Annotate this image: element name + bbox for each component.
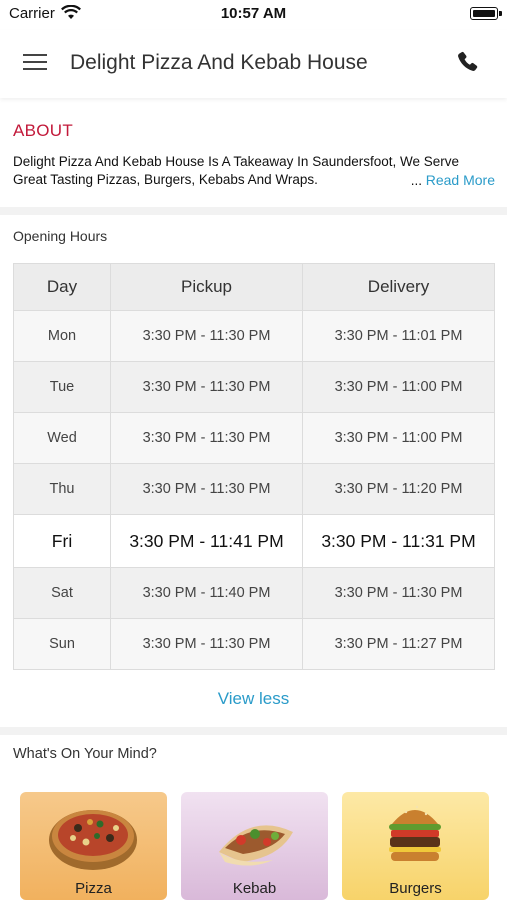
pickup-cell: 3:30 PM - 11:30 PM [110, 412, 303, 464]
category-label: Pizza [75, 880, 112, 897]
section-divider [0, 727, 507, 735]
about-description: Delight Pizza And Kebab House Is A Takea… [13, 153, 495, 190]
column-header-pickup: Pickup [110, 263, 303, 311]
delivery-cell: 3:30 PM - 11:27 PM [302, 618, 495, 670]
column-header-day: Day [13, 263, 111, 311]
hamburger-menu-icon[interactable] [23, 52, 47, 72]
view-less-link[interactable]: View less [0, 689, 507, 709]
kebab-image [219, 825, 293, 866]
table-header-row: Day Pickup Delivery [13, 263, 495, 311]
day-cell: Wed [13, 412, 111, 464]
table-row: Wed 3:30 PM - 11:30 PM 3:30 PM - 11:00 P… [13, 412, 495, 464]
pickup-cell: 3:30 PM - 11:30 PM [110, 361, 303, 413]
delivery-cell: 3:30 PM - 11:30 PM [302, 567, 495, 619]
day-cell: Fri [13, 514, 111, 568]
opening-hours-heading: Opening Hours [13, 228, 108, 244]
pickup-cell: 3:30 PM - 11:40 PM [110, 567, 303, 619]
delivery-cell: 3:30 PM - 11:00 PM [302, 361, 495, 413]
category-card-pizza[interactable]: Pizza [20, 792, 167, 900]
about-line-1: Delight Pizza And Kebab House Is A Takea… [13, 154, 460, 169]
table-row: Tue 3:30 PM - 11:30 PM 3:30 PM - 11:00 P… [13, 361, 495, 413]
delivery-cell: 3:30 PM - 11:00 PM [302, 412, 495, 464]
category-card-kebab[interactable]: Kebab [181, 792, 328, 900]
about-line-2: Great Tasting Pizzas, Burgers, Kebabs An… [13, 172, 318, 187]
category-card-burgers[interactable]: Burgers [342, 792, 489, 900]
day-cell: Sun [13, 618, 111, 670]
table-row: Sun 3:30 PM - 11:30 PM 3:30 PM - 11:27 P… [13, 618, 495, 670]
table-row: Thu 3:30 PM - 11:30 PM 3:30 PM - 11:20 P… [13, 463, 495, 515]
pickup-cell: 3:30 PM - 11:30 PM [110, 463, 303, 515]
opening-hours-table: Day Pickup Delivery Mon 3:30 PM - 11:30 … [13, 263, 495, 670]
category-label: Burgers [389, 880, 442, 897]
phone-icon[interactable] [455, 50, 479, 74]
column-header-delivery: Delivery [302, 263, 495, 311]
delivery-cell: 3:30 PM - 11:20 PM [302, 463, 495, 515]
category-label: Kebab [232, 880, 277, 897]
pickup-cell: 3:30 PM - 11:41 PM [110, 514, 303, 568]
app-header: Delight Pizza And Kebab House [0, 30, 507, 98]
day-cell: Mon [13, 310, 111, 362]
day-cell: Thu [13, 463, 111, 515]
read-more-link[interactable]: Read More [426, 172, 495, 188]
status-time: 10:57 AM [220, 5, 287, 22]
section-divider [0, 207, 507, 215]
page-title: Delight Pizza And Kebab House [70, 51, 368, 74]
pickup-cell: 3:30 PM - 11:30 PM [110, 618, 303, 670]
delivery-cell: 3:30 PM - 11:01 PM [302, 310, 495, 362]
day-cell: Tue [13, 361, 111, 413]
delivery-cell: 3:30 PM - 11:31 PM [302, 514, 495, 568]
table-row: Sat 3:30 PM - 11:40 PM 3:30 PM - 11:30 P… [13, 567, 495, 619]
battery-icon [470, 7, 502, 20]
about-heading: ABOUT [13, 121, 74, 140]
status-bar: Carrier 10:57 AM [0, 0, 507, 30]
burger-image [389, 805, 441, 861]
pizza-image [49, 810, 137, 870]
pickup-cell: 3:30 PM - 11:30 PM [110, 310, 303, 362]
ellipsis: ... [410, 173, 422, 188]
day-cell: Sat [13, 567, 111, 619]
table-row: Mon 3:30 PM - 11:30 PM 3:30 PM - 11:01 P… [13, 310, 495, 362]
table-row-today: Fri 3:30 PM - 11:41 PM 3:30 PM - 11:31 P… [13, 514, 495, 568]
categories-heading: What's On Your Mind? [13, 746, 157, 762]
